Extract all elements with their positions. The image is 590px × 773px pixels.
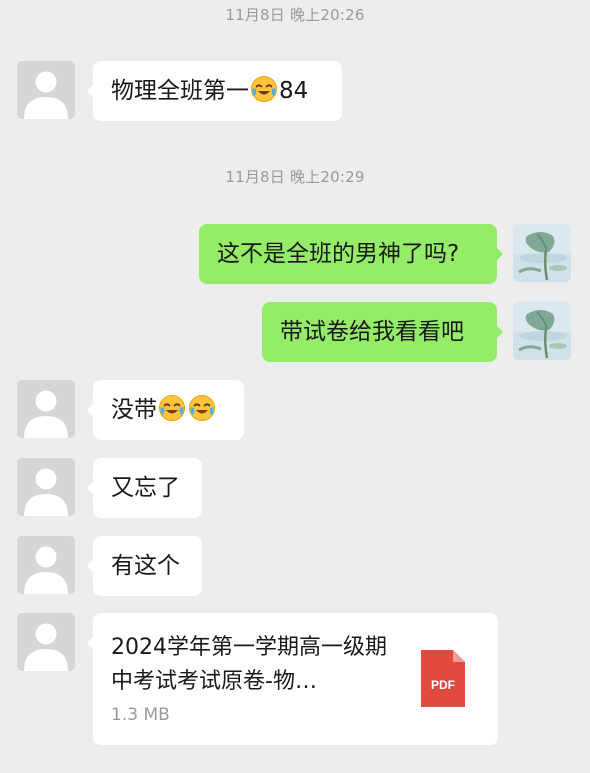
- message-text: 84: [279, 78, 309, 104]
- timestamp: 11月8日 晚上20:26: [225, 6, 365, 24]
- message-text: 物理全班第一: [111, 78, 249, 104]
- pdf-file-icon: PDF: [421, 650, 465, 707]
- file-size: 1.3 MB: [111, 705, 170, 725]
- message-text: 没带: [111, 397, 157, 423]
- contact-avatar[interactable]: [17, 613, 75, 671]
- message-bubble-outgoing[interactable]: 这不是全班的男神了吗?: [199, 224, 503, 284]
- contact-avatar[interactable]: [17, 380, 75, 438]
- contact-avatar[interactable]: [17, 536, 75, 594]
- my-avatar[interactable]: [513, 224, 571, 282]
- timestamp: 11月8日 晚上20:29: [225, 168, 365, 186]
- pdf-type-label: PDF: [431, 678, 455, 692]
- file-name: 2024学年第一学期高一级期中考试考试原卷-物…: [111, 635, 387, 694]
- crying-laughing-emoji-icon: [188, 394, 216, 422]
- contact-avatar[interactable]: [17, 458, 75, 516]
- message-text: 带试卷给我看看吧: [280, 319, 464, 345]
- message-bubble-incoming[interactable]: 物理全班第一 84: [87, 61, 342, 121]
- my-avatar[interactable]: [513, 302, 571, 360]
- message-text: 又忘了: [111, 475, 180, 501]
- crying-laughing-emoji-icon: [158, 394, 186, 422]
- crying-laughing-emoji-icon: [250, 75, 278, 103]
- message-bubble-outgoing[interactable]: 带试卷给我看看吧: [262, 302, 503, 362]
- message-text: 有这个: [111, 553, 180, 579]
- message-bubble-incoming[interactable]: 又忘了: [87, 458, 202, 518]
- file-message-card[interactable]: 2024学年第一学期高一级期中考试考试原卷-物… 1.3 MB PDF: [87, 613, 498, 745]
- contact-avatar[interactable]: [17, 61, 75, 119]
- message-bubble-incoming[interactable]: 有这个: [87, 536, 202, 596]
- message-text: 这不是全班的男神了吗?: [217, 241, 460, 267]
- message-bubble-incoming[interactable]: 没带: [87, 380, 244, 440]
